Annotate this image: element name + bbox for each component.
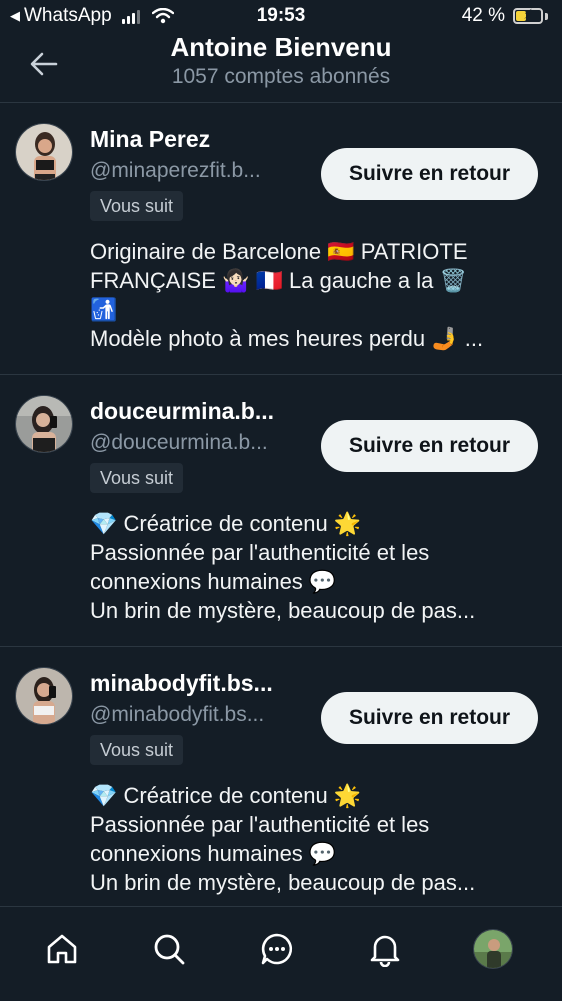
page-header: Antoine Bienvenu 1057 comptes abonnés [0, 32, 562, 103]
follower-name[interactable]: minabodyfit.bs... [90, 670, 273, 697]
bio-line: Passionnée par l'authenticité et les [90, 540, 430, 565]
follow-back-button[interactable]: Suivre en retour [321, 692, 538, 744]
follower-bio: 💎 Créatrice de contenu 🌟 Passionnée par … [90, 509, 540, 625]
status-bar: ◀ WhatsApp 19:53 42 % ⚡ [0, 0, 562, 32]
avatar[interactable] [15, 395, 73, 453]
bio-line: Un brin de mystère, beaucoup de pas... [90, 870, 476, 895]
profile-avatar [473, 929, 513, 969]
bio-line: connexions humaines 💬 [90, 841, 337, 866]
follow-back-button[interactable]: Suivre en retour [321, 148, 538, 200]
follower-card[interactable]: Mina Perez @minaperezfit.b... Vous suit … [0, 103, 562, 375]
follows-you-badge: Vous suit [90, 191, 184, 221]
follower-name[interactable]: douceurmina.b... [90, 398, 274, 425]
bio-line: FRANÇAISE 🤷🏻‍♀️ 🇫🇷 La gauche a la 🗑️ [90, 268, 467, 293]
bio-line: 💎 Créatrice de contenu 🌟 [90, 783, 362, 808]
follower-name[interactable]: Mina Perez [90, 126, 210, 153]
messages-icon [261, 933, 293, 965]
bottom-nav [0, 906, 562, 1001]
bio-line: connexions humaines 💬 [90, 569, 337, 594]
search-icon [154, 934, 185, 965]
follows-you-badge: Vous suit [90, 463, 184, 493]
page-title: Antoine Bienvenu [170, 32, 392, 62]
bio-line: 💎 Créatrice de contenu 🌟 [90, 511, 362, 536]
bio-line: Originaire de Barcelone 🇪🇸 PATRIOTE [90, 239, 468, 264]
followers-count: 1057 comptes abonnés [171, 65, 391, 88]
follows-you-badge: Vous suit [90, 735, 184, 765]
nav-profile[interactable] [473, 929, 513, 969]
followers-list: Mina Perez @minaperezfit.b... Vous suit … [0, 103, 562, 919]
nav-search[interactable] [149, 929, 189, 969]
nav-home[interactable] [42, 929, 82, 969]
follower-handle: @minaperezfit.b... [90, 159, 261, 182]
follower-handle: @minabodyfit.bs... [90, 703, 265, 726]
follower-card[interactable]: minabodyfit.bs... @minabodyfit.bs... Vou… [0, 647, 562, 919]
battery-icon: ⚡ [513, 6, 543, 24]
follower-bio: Originaire de Barcelone 🇪🇸 PATRIOTE FRAN… [90, 237, 540, 353]
bio-line: Modèle photo à mes heures perdu 🤳 ... [90, 326, 484, 351]
notifications-icon [370, 935, 400, 967]
follower-bio: 💎 Créatrice de contenu 🌟 Passionnée par … [90, 781, 540, 897]
avatar[interactable] [15, 123, 73, 181]
nav-notifications[interactable] [365, 929, 405, 969]
bio-line: Passionnée par l'authenticité et les [90, 812, 430, 837]
follower-card[interactable]: douceurmina.b... @douceurmina.b... Vous … [0, 375, 562, 647]
bio-line: 🚮 [90, 297, 118, 322]
bio-line: Un brin de mystère, beaucoup de pas... [90, 598, 476, 623]
avatar[interactable] [15, 667, 73, 725]
home-icon [47, 934, 77, 964]
nav-messages[interactable] [257, 929, 297, 969]
battery-percent: 42 % [461, 5, 505, 26]
follower-handle: @douceurmina.b... [90, 431, 268, 454]
follow-back-button[interactable]: Suivre en retour [321, 420, 538, 472]
